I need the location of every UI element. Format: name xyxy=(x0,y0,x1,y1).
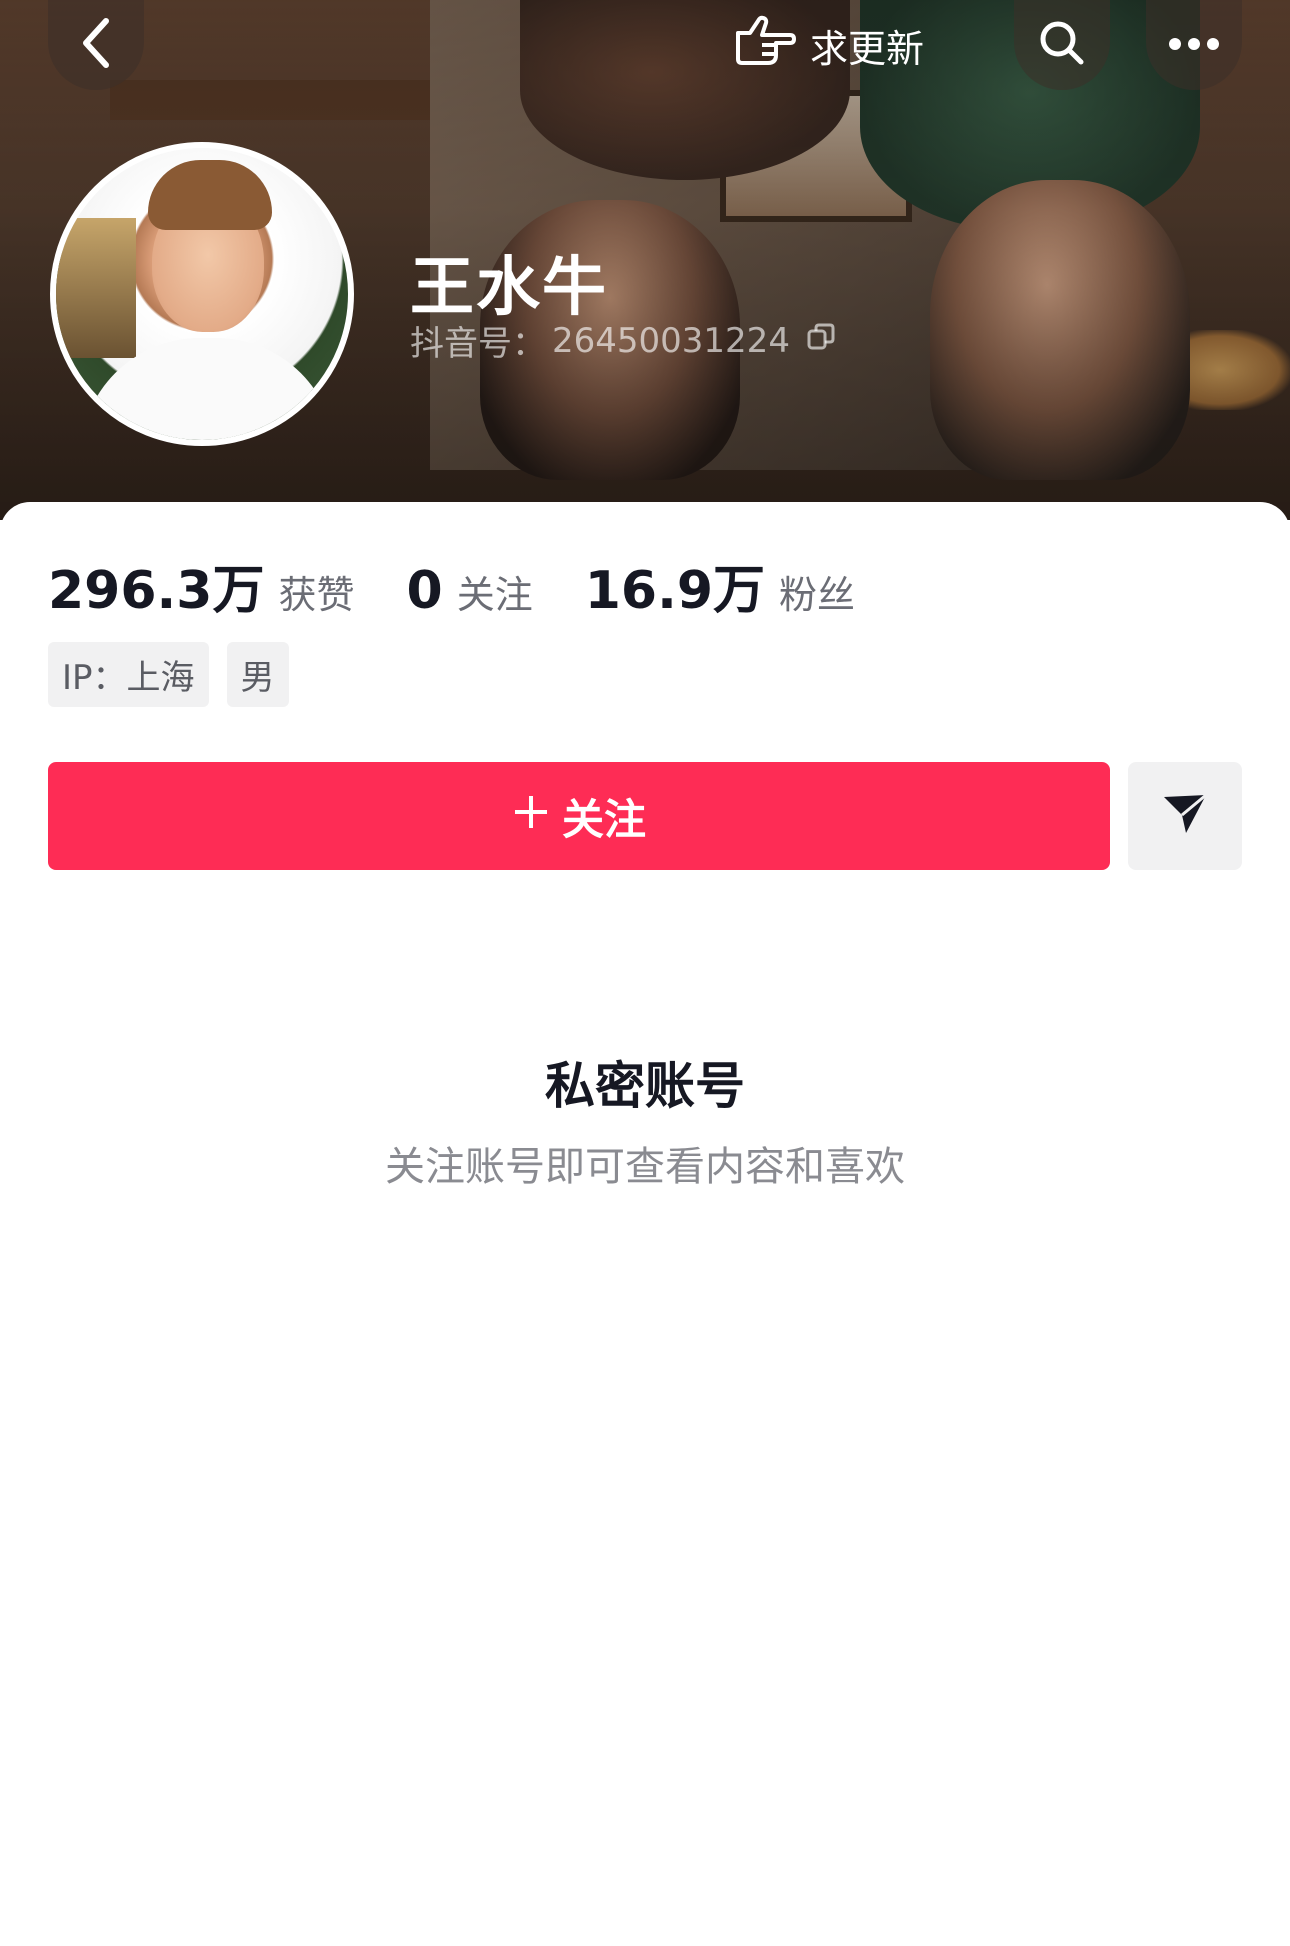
stat-likes[interactable]: 296.3万 获赞 xyxy=(48,548,355,623)
private-account-title: 私密账号 xyxy=(545,1057,745,1115)
plus-icon xyxy=(512,792,550,841)
douyin-id: 抖音号： 26450031224 xyxy=(410,316,836,365)
stat-label: 获赞 xyxy=(278,573,355,617)
avatar[interactable] xyxy=(50,142,354,446)
send-message-button[interactable] xyxy=(1128,762,1242,870)
more-dots-icon xyxy=(1168,36,1220,55)
stat-value: 16.9万 xyxy=(584,561,766,621)
profile-name: 王水牛 xyxy=(410,251,608,325)
request-update-button[interactable]: 求更新 xyxy=(732,8,924,82)
send-icon xyxy=(1162,793,1208,839)
request-update-label: 求更新 xyxy=(810,26,925,71)
follow-label: 关注 xyxy=(561,794,646,844)
chevron-left-icon xyxy=(78,17,114,73)
stat-following[interactable]: 0 关注 xyxy=(407,561,533,621)
profile-stats: 296.3万 获赞 0 关注 16.9万 粉丝 xyxy=(48,548,907,623)
profile-tags: IP：上海 男 xyxy=(48,642,289,707)
search-icon xyxy=(1037,18,1087,72)
copy-icon[interactable] xyxy=(806,321,836,361)
douyin-id-label: 抖音号： xyxy=(410,324,546,364)
stat-label: 粉丝 xyxy=(779,573,856,617)
pointing-hand-icon xyxy=(732,15,796,76)
stat-value: 296.3万 xyxy=(48,561,265,621)
douyin-id-value: 26450031224 xyxy=(552,320,790,361)
profile-content-panel xyxy=(0,502,1290,1946)
stat-value: 0 xyxy=(406,561,443,621)
stat-followers[interactable]: 16.9万 粉丝 xyxy=(585,548,855,623)
stat-label: 关注 xyxy=(456,573,533,617)
follow-button[interactable]: 关注 xyxy=(48,762,1110,870)
private-account-subtitle: 关注账号即可查看内容和喜欢 xyxy=(385,1144,905,1190)
ip-location-tag: IP：上海 xyxy=(48,642,209,707)
gender-tag: 男 xyxy=(226,642,289,707)
